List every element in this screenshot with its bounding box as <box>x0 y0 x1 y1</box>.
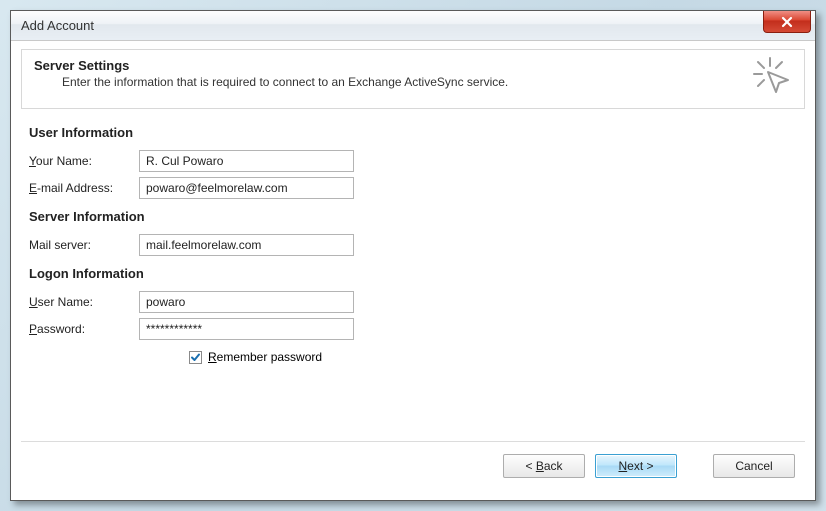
section-user-info: User Information <box>29 125 795 140</box>
mail-server-input[interactable] <box>139 234 354 256</box>
titlebar: Add Account <box>11 11 815 41</box>
close-icon <box>781 16 793 28</box>
user-name-label: User Name: <box>29 295 139 309</box>
back-button[interactable]: < Back <box>503 454 585 478</box>
password-label: Password: <box>29 322 139 336</box>
cursor-click-icon <box>752 56 794 98</box>
dialog-content: Server Settings Enter the information th… <box>11 41 815 500</box>
email-label: E-mail Address: <box>29 181 139 195</box>
close-button[interactable] <box>763 11 811 33</box>
header-panel: Server Settings Enter the information th… <box>21 49 805 109</box>
remember-password-label: Remember password <box>208 350 322 364</box>
add-account-dialog: Add Account Server Settings Enter the in… <box>10 10 816 501</box>
your-name-label: Your Name: <box>29 154 139 168</box>
check-icon <box>190 352 201 363</box>
remember-password-checkbox[interactable] <box>189 351 202 364</box>
next-button[interactable]: Next > <box>595 454 677 478</box>
dialog-footer: < Back Next > Cancel <box>21 441 805 490</box>
header-description: Enter the information that is required t… <box>62 75 792 89</box>
window-title: Add Account <box>21 18 94 33</box>
email-input[interactable] <box>139 177 354 199</box>
your-name-input[interactable] <box>139 150 354 172</box>
mail-server-label: Mail server: <box>29 238 139 252</box>
password-input[interactable] <box>139 318 354 340</box>
section-logon-info: Logon Information <box>29 266 795 281</box>
header-title: Server Settings <box>34 58 792 73</box>
form-area: User Information Your Name: E-mail Addre… <box>21 109 805 441</box>
cancel-button[interactable]: Cancel <box>713 454 795 478</box>
section-server-info: Server Information <box>29 209 795 224</box>
user-name-input[interactable] <box>139 291 354 313</box>
